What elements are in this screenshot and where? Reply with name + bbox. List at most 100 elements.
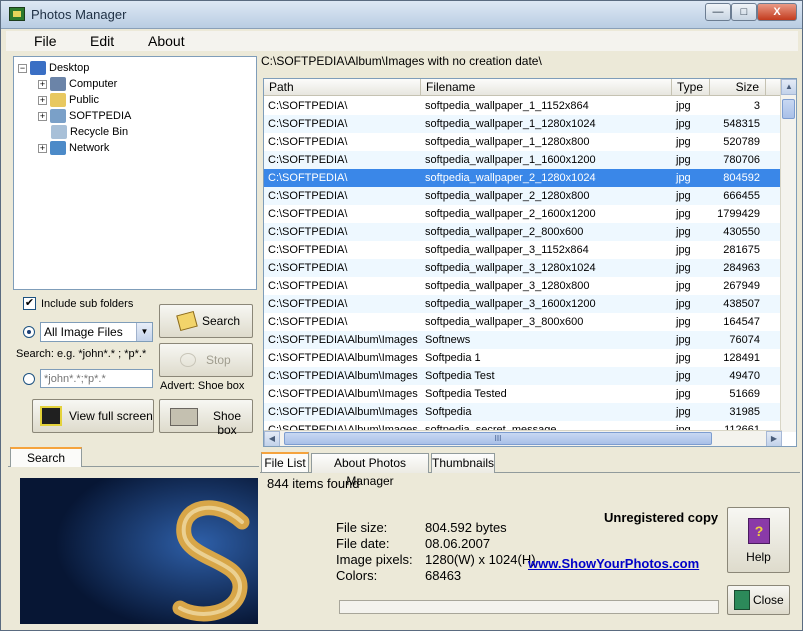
- table-cell-size: 520789: [723, 136, 760, 148]
- search-button[interactable]: Search: [159, 304, 253, 338]
- tab-about-photos-manager[interactable]: About Photos Manager: [311, 453, 429, 488]
- table-row[interactable]: C:\SOFTPEDIA\ softpedia_wallpaper_3_1152x…: [264, 241, 782, 259]
- minimize-button[interactable]: —: [705, 3, 731, 21]
- tree-item-network[interactable]: + Network: [38, 140, 109, 156]
- table-cell-size: 780706: [723, 154, 760, 166]
- table-row[interactable]: C:\SOFTPEDIA\ softpedia_wallpaper_2_1280x…: [264, 169, 782, 187]
- tab-file-list[interactable]: File List: [261, 452, 309, 472]
- scroll-left-icon[interactable]: ◀: [264, 431, 280, 446]
- table-row[interactable]: C:\SOFTPEDIA\ softpedia_wallpaper_1_1152x…: [264, 97, 782, 115]
- pattern-radio[interactable]: [23, 373, 35, 385]
- scroll-right-icon[interactable]: ▶: [766, 431, 782, 446]
- tree-item-computer[interactable]: + Computer: [38, 76, 117, 92]
- column-header-path[interactable]: Path: [264, 79, 421, 96]
- table-cell-size: 804592: [723, 172, 760, 184]
- table-row[interactable]: C:\SOFTPEDIA\ softpedia_wallpaper_3_800x6…: [264, 313, 782, 331]
- table-row[interactable]: C:\SOFTPEDIA\ softpedia_wallpaper_2_1600x…: [264, 205, 782, 223]
- table-row[interactable]: C:\SOFTPEDIA\ softpedia_wallpaper_1_1280x…: [264, 133, 782, 151]
- tree-expander[interactable]: +: [38, 79, 47, 89]
- close-window-button[interactable]: X: [757, 3, 797, 21]
- tree-expander[interactable]: +: [38, 143, 47, 153]
- tree-label: Network: [69, 142, 110, 154]
- table-cell-size: 164547: [723, 316, 760, 328]
- file-list-table[interactable]: Path Filename Type Size C:\SOFTPEDIA\ sof…: [263, 78, 797, 447]
- column-header-type[interactable]: Type: [672, 79, 710, 96]
- horizontal-scroll-thumb[interactable]: III: [284, 432, 712, 445]
- preview-image: [20, 478, 258, 624]
- close-button[interactable]: Close: [727, 585, 790, 615]
- file-date-label: File date:: [336, 536, 390, 551]
- tree-item-recycle-bin[interactable]: Recycle Bin: [51, 124, 128, 140]
- table-header: Path Filename Type Size: [264, 79, 782, 96]
- table-cell-filename: Softpedia Test: [425, 370, 495, 382]
- table-cell-path: C:\SOFTPEDIA\Album\Images ...: [268, 352, 421, 364]
- table-cell-filename: Softpedia: [425, 406, 472, 418]
- table-row[interactable]: C:\SOFTPEDIA\ softpedia_wallpaper_1_1600x…: [264, 151, 782, 169]
- stop-button[interactable]: Stop: [159, 343, 253, 377]
- table-row[interactable]: C:\SOFTPEDIA\ softpedia_wallpaper_1_1280x…: [264, 115, 782, 133]
- table-row[interactable]: C:\SOFTPEDIA\Album\Images ... Softpedia T…: [264, 367, 782, 385]
- table-cell-type: jpg: [676, 280, 691, 292]
- shoe-box-label: Shoe box: [212, 409, 242, 437]
- folder-tree[interactable]: − Desktop + Computer + Public + SOFTPEDIA Re…: [13, 56, 257, 290]
- table-cell-filename: Softnews: [425, 334, 471, 346]
- pattern-input[interactable]: [40, 369, 153, 388]
- table-cell-path: C:\SOFTPEDIA\: [268, 316, 348, 328]
- tree-expander[interactable]: +: [38, 95, 47, 105]
- chevron-down-icon[interactable]: ▼: [136, 323, 152, 341]
- file-date-value: 08.06.2007: [425, 536, 491, 551]
- menu-file[interactable]: File: [34, 33, 57, 49]
- horizontal-scrollbar[interactable]: ◀ III ▶: [264, 430, 782, 446]
- table-row[interactable]: C:\SOFTPEDIA\Album\Images ... Softnews jpg…: [264, 331, 782, 349]
- vertical-scrollbar[interactable]: ▲: [780, 79, 796, 432]
- tree-item-public[interactable]: + Public: [38, 92, 99, 108]
- column-header-filename[interactable]: Filename: [421, 79, 672, 96]
- vertical-scroll-thumb[interactable]: [782, 99, 795, 119]
- table-row[interactable]: C:\SOFTPEDIA\ softpedia_wallpaper_2_1280x…: [264, 187, 782, 205]
- table-cell-size: 31985: [729, 406, 760, 418]
- file-type-value: All Image Files: [44, 325, 123, 339]
- maximize-button[interactable]: □: [731, 3, 757, 21]
- table-cell-path: C:\SOFTPEDIA\: [268, 280, 348, 292]
- website-link[interactable]: www.ShowYourPhotos.com: [528, 556, 699, 571]
- tab-thumbnails[interactable]: Thumbnails: [431, 453, 495, 473]
- table-row[interactable]: C:\SOFTPEDIA\Album\Images ... Softpedia jp…: [264, 403, 782, 421]
- menu-edit[interactable]: Edit: [90, 33, 114, 49]
- search-icon: [176, 310, 198, 332]
- include-subfolders-checkbox[interactable]: ✔: [23, 297, 36, 310]
- file-type-select[interactable]: All Image Files ▼: [40, 322, 153, 342]
- menu-about[interactable]: About: [148, 33, 185, 49]
- table-cell-filename: softpedia_wallpaper_3_1600x1200: [425, 298, 596, 310]
- table-cell-type: jpg: [676, 172, 691, 184]
- file-type-radio[interactable]: [23, 326, 35, 338]
- shoe-box-button[interactable]: Shoe box: [159, 399, 253, 437]
- table-row[interactable]: C:\SOFTPEDIA\Album\Images ... Softpedia T…: [264, 385, 782, 403]
- table-cell-path: C:\SOFTPEDIA\Album\Images ...: [268, 370, 421, 382]
- table-row[interactable]: C:\SOFTPEDIA\ softpedia_wallpaper_3_1600x…: [264, 295, 782, 313]
- table-row[interactable]: C:\SOFTPEDIA\Album\Images ... Softpedia 1…: [264, 349, 782, 367]
- title-bar: Photos Manager — □ X: [1, 1, 802, 29]
- scroll-up-icon[interactable]: ▲: [781, 79, 796, 95]
- recycle-bin-icon: [51, 125, 67, 140]
- table-row[interactable]: C:\SOFTPEDIA\ softpedia_wallpaper_3_1280x…: [264, 259, 782, 277]
- table-cell-type: jpg: [676, 190, 691, 202]
- tree-item-softpedia[interactable]: + SOFTPEDIA: [38, 108, 131, 124]
- table-cell-filename: softpedia_wallpaper_1_1280x800: [425, 136, 590, 148]
- table-cell-size: 49470: [729, 370, 760, 382]
- view-full-screen-button[interactable]: View full screen: [32, 399, 154, 433]
- table-cell-path: C:\SOFTPEDIA\: [268, 298, 348, 310]
- tree-item-desktop[interactable]: − Desktop: [18, 60, 89, 76]
- table-cell-filename: softpedia_wallpaper_2_1280x800: [425, 190, 590, 202]
- help-button[interactable]: ? Help: [727, 507, 790, 573]
- tree-expander[interactable]: −: [18, 63, 27, 73]
- table-row[interactable]: C:\SOFTPEDIA\ softpedia_wallpaper_2_800x6…: [264, 223, 782, 241]
- tree-label: Desktop: [49, 62, 90, 74]
- help-button-label: Help: [746, 550, 771, 564]
- column-header-size[interactable]: Size: [710, 79, 766, 96]
- tree-expander[interactable]: +: [38, 111, 47, 121]
- tab-search[interactable]: Search: [10, 447, 82, 467]
- table-row[interactable]: C:\SOFTPEDIA\ softpedia_wallpaper_3_1280x…: [264, 277, 782, 295]
- tree-label: Public: [69, 94, 99, 106]
- table-cell-size: 548315: [723, 118, 760, 130]
- view-full-screen-label: View full screen: [69, 409, 153, 423]
